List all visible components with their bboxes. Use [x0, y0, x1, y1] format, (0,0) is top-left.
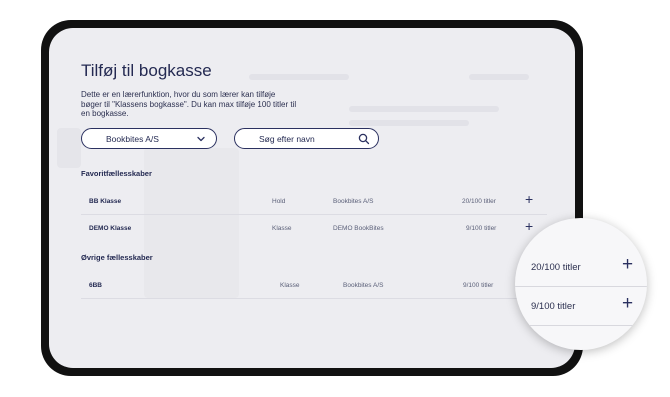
- title-count: 20/100 titler: [462, 198, 496, 205]
- publisher-select-value: Bookbites A/S: [106, 133, 159, 144]
- title-count: 9/100 titler: [466, 225, 497, 232]
- plus-icon[interactable]: +: [622, 254, 633, 276]
- zoom-title-count: 9/100 titler: [531, 301, 576, 312]
- publisher-select[interactable]: Bookbites A/S: [81, 128, 217, 149]
- zoom-row: 20/100 titler +: [515, 248, 647, 287]
- search-input[interactable]: Søg efter navn: [234, 128, 379, 149]
- search-placeholder: Søg efter navn: [259, 133, 315, 144]
- community-type: Klasse: [280, 282, 300, 289]
- zoom-row: 9/100 titler +: [515, 287, 647, 326]
- community-publisher: Bookbites A/S: [343, 282, 384, 289]
- community-type: Klasse: [272, 225, 292, 232]
- table-row[interactable]: DEMO Klasse Klasse DEMO BookBites 9/100 …: [81, 215, 547, 242]
- community-name: BB Klasse: [89, 198, 122, 205]
- community-publisher: DEMO BookBites: [333, 225, 384, 232]
- favorites-heading: Favoritfællesskaber: [81, 169, 152, 178]
- plus-icon[interactable]: +: [622, 293, 633, 315]
- zoom-title-count: 20/100 titler: [531, 262, 581, 273]
- tablet-screen: Tilføj til bogkasse Dette er en lærerfun…: [49, 28, 575, 368]
- zoom-magnifier: 20/100 titler + 9/100 titler +: [515, 218, 647, 350]
- community-name: DEMO Klasse: [89, 225, 132, 232]
- chevron-down-icon: [197, 136, 205, 142]
- table-row[interactable]: BB Klasse Hold Bookbites A/S 20/100 titl…: [81, 188, 547, 215]
- modal-title: Tilføj til bogkasse: [81, 61, 212, 80]
- table-row[interactable]: 6BB Klasse Bookbites A/S 9/100 titler: [81, 272, 547, 299]
- community-name: 6BB: [89, 282, 103, 289]
- search-icon[interactable]: [358, 133, 370, 145]
- zoom-row-divider: [515, 325, 647, 326]
- community-publisher: Bookbites A/S: [333, 198, 374, 205]
- add-to-bookbox-modal: Tilføj til bogkasse Dette er en lærerfun…: [49, 28, 575, 368]
- row-divider: [81, 298, 547, 299]
- add-button[interactable]: +: [525, 218, 533, 234]
- others-heading: Øvrige fællesskaber: [81, 253, 153, 262]
- add-button[interactable]: +: [525, 191, 533, 207]
- community-type: Hold: [272, 198, 286, 205]
- title-count: 9/100 titler: [463, 282, 494, 289]
- modal-description: Dette er en lærerfunktion, hvor du som l…: [81, 90, 297, 118]
